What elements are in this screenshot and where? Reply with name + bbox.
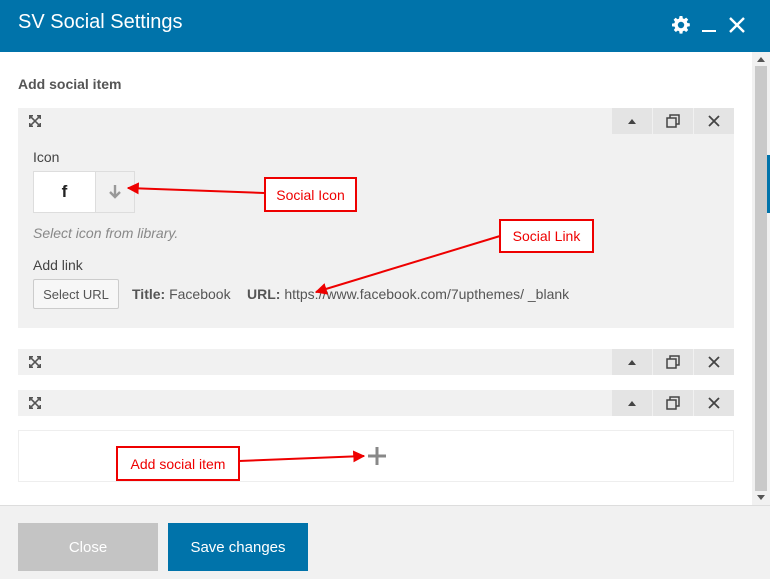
link-url-label: URL: <box>247 286 281 302</box>
social-item-body: Icon f Select icon from library. Add lin… <box>18 134 734 328</box>
social-item-header <box>18 390 734 416</box>
remove-icon[interactable] <box>693 390 734 416</box>
link-title-label: Title: <box>132 286 166 302</box>
facebook-icon[interactable]: f <box>34 172 95 212</box>
plus-icon[interactable] <box>365 444 389 468</box>
move-icon[interactable] <box>18 108 52 134</box>
social-item-header <box>18 108 734 134</box>
section-title: Add social item <box>18 76 122 92</box>
duplicate-icon[interactable] <box>652 108 693 134</box>
icon-label: Icon <box>33 149 60 165</box>
collapse-icon[interactable] <box>611 390 652 416</box>
move-icon[interactable] <box>18 390 52 416</box>
callout-social-link: Social Link <box>499 219 594 253</box>
arrow-down-icon[interactable] <box>95 172 134 212</box>
item-controls <box>611 349 734 375</box>
item-controls <box>611 390 734 416</box>
duplicate-icon[interactable] <box>652 349 693 375</box>
collapse-icon[interactable] <box>611 349 652 375</box>
remove-icon[interactable] <box>693 108 734 134</box>
minimize-icon[interactable] <box>695 10 723 40</box>
select-url-button[interactable]: Select URL <box>33 279 119 309</box>
item-controls <box>611 108 734 134</box>
close-button[interactable]: Close <box>18 523 158 571</box>
link-url: URL: https://www.facebook.com/7upthemes/… <box>247 286 569 302</box>
content-scrollbar[interactable] <box>752 52 770 505</box>
scroll-up-icon[interactable] <box>752 52 770 66</box>
link-url-value: https://www.facebook.com/7upthemes/ _bla… <box>284 286 570 302</box>
scrollbar-thumb[interactable] <box>755 66 767 491</box>
gear-icon[interactable] <box>667 10 695 40</box>
duplicate-icon[interactable] <box>652 390 693 416</box>
link-title-value: Facebook <box>169 286 231 302</box>
dialog-content: Add social item Icon f Select icon from … <box>0 52 752 505</box>
callout-social-icon: Social Icon <box>264 177 357 212</box>
dialog-titlebar: SV Social Settings <box>0 0 770 52</box>
link-title: Title: Facebook <box>132 286 231 302</box>
icon-picker: f <box>33 171 135 213</box>
collapse-icon[interactable] <box>611 108 652 134</box>
close-icon[interactable] <box>723 10 751 40</box>
remove-icon[interactable] <box>693 349 734 375</box>
save-changes-button[interactable]: Save changes <box>168 523 308 571</box>
callout-add-social-item: Add social item <box>116 446 240 481</box>
add-link-label: Add link <box>33 257 83 273</box>
move-icon[interactable] <box>18 349 52 375</box>
dialog-footer: Close Save changes <box>0 505 770 579</box>
icon-hint: Select icon from library. <box>33 225 179 241</box>
social-item-header <box>18 349 734 375</box>
scrollbar-track[interactable] <box>752 66 770 491</box>
dialog-title: SV Social Settings <box>18 11 183 33</box>
scroll-down-icon[interactable] <box>752 491 770 505</box>
